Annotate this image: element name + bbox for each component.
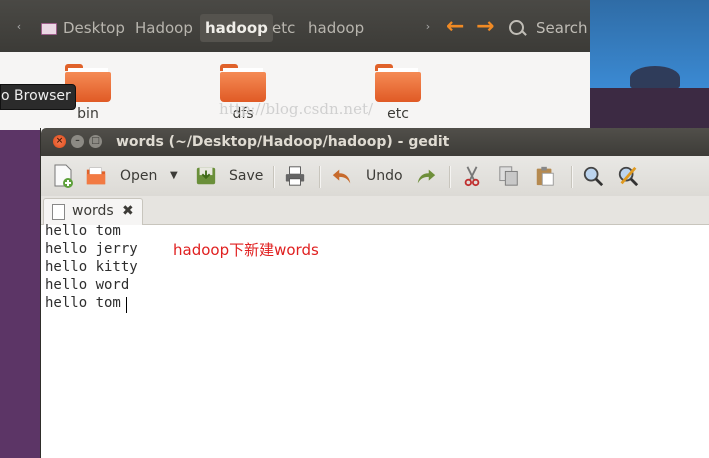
desktop-panel (590, 88, 709, 130)
open-dropdown-arrow-icon[interactable]: ▼ (170, 164, 178, 188)
toolbar-separator (319, 166, 321, 188)
breadcrumb-desktop[interactable]: Desktop (63, 14, 125, 42)
save-icon[interactable] (195, 164, 217, 188)
close-icon[interactable]: × (53, 135, 66, 148)
gedit-window: × – □ words (~/Desktop/Hadoop/hadoop) - … (40, 128, 709, 458)
tab-label: words (72, 203, 114, 219)
breadcrumb-hadoop-active[interactable]: hadoop (200, 14, 273, 42)
text-line[interactable]: hello jerry (45, 240, 138, 258)
toolbar-separator (273, 166, 275, 188)
breadcrumb-etc[interactable]: etc (272, 14, 295, 42)
forward-arrow-icon[interactable]: → (476, 13, 494, 41)
open-button[interactable]: Open (120, 164, 157, 188)
find-replace-icon[interactable] (617, 164, 639, 188)
folder-icon[interactable] (375, 64, 421, 104)
paste-icon[interactable] (534, 164, 556, 188)
text-editor[interactable]: hello tom hello jerry hello kitty hello … (41, 222, 709, 458)
search-button-label[interactable]: Search (536, 14, 588, 42)
text-line[interactable]: hello word (45, 276, 129, 294)
maximize-icon[interactable]: □ (89, 135, 102, 148)
text-line[interactable]: hello tom (45, 222, 121, 240)
toolbar-separator (449, 166, 451, 188)
new-document-icon[interactable] (52, 164, 74, 188)
window-title: words (~/Desktop/Hadoop/hadoop) - gedit (116, 134, 450, 150)
title-bar[interactable]: × – □ words (~/Desktop/Hadoop/hadoop) - … (41, 128, 709, 156)
close-tab-icon[interactable]: ✖ (122, 199, 134, 223)
toolbar-separator (571, 166, 573, 188)
text-line[interactable]: hello tom (45, 294, 121, 312)
tooltip: o Browser (0, 84, 76, 110)
search-icon[interactable] (509, 20, 524, 35)
text-caret (126, 297, 127, 313)
tab-words[interactable]: words ✖ (43, 198, 143, 225)
print-icon[interactable] (284, 164, 306, 188)
minimize-icon[interactable]: – (71, 135, 84, 148)
text-line[interactable]: hello kitty (45, 258, 138, 276)
breadcrumb-hadoop[interactable]: Hadoop (135, 14, 193, 42)
desktop-icon (41, 23, 57, 35)
wallpaper-object (630, 66, 680, 90)
document-tabs: words ✖ (41, 196, 709, 225)
document-icon (52, 204, 65, 220)
redo-icon[interactable] (415, 164, 437, 188)
path-scroll-left-button[interactable]: ‹ (12, 14, 26, 40)
watermark: http://blog.csdn.net/ (219, 100, 374, 118)
file-manager-toolbar: ‹ Desktop Hadoop hadoop etc hadoop › ← →… (0, 0, 590, 52)
copy-icon[interactable] (498, 164, 520, 188)
editor-toolbar: Open ▼ Save Undo (41, 156, 709, 197)
undo-icon[interactable] (331, 164, 353, 188)
save-button[interactable]: Save (229, 164, 263, 188)
find-icon[interactable] (582, 164, 604, 188)
folder-icon[interactable] (220, 64, 266, 104)
back-arrow-icon[interactable]: ← (446, 13, 464, 41)
path-scroll-right-button[interactable]: › (421, 14, 435, 40)
cut-icon[interactable] (461, 164, 483, 188)
folder-label-etc[interactable]: etc (368, 106, 428, 122)
annotation-text: hadoop下新建words (173, 241, 319, 259)
undo-button[interactable]: Undo (366, 164, 403, 188)
open-folder-icon[interactable] (85, 164, 107, 188)
breadcrumb-hadoop-sub[interactable]: hadoop (308, 14, 364, 42)
